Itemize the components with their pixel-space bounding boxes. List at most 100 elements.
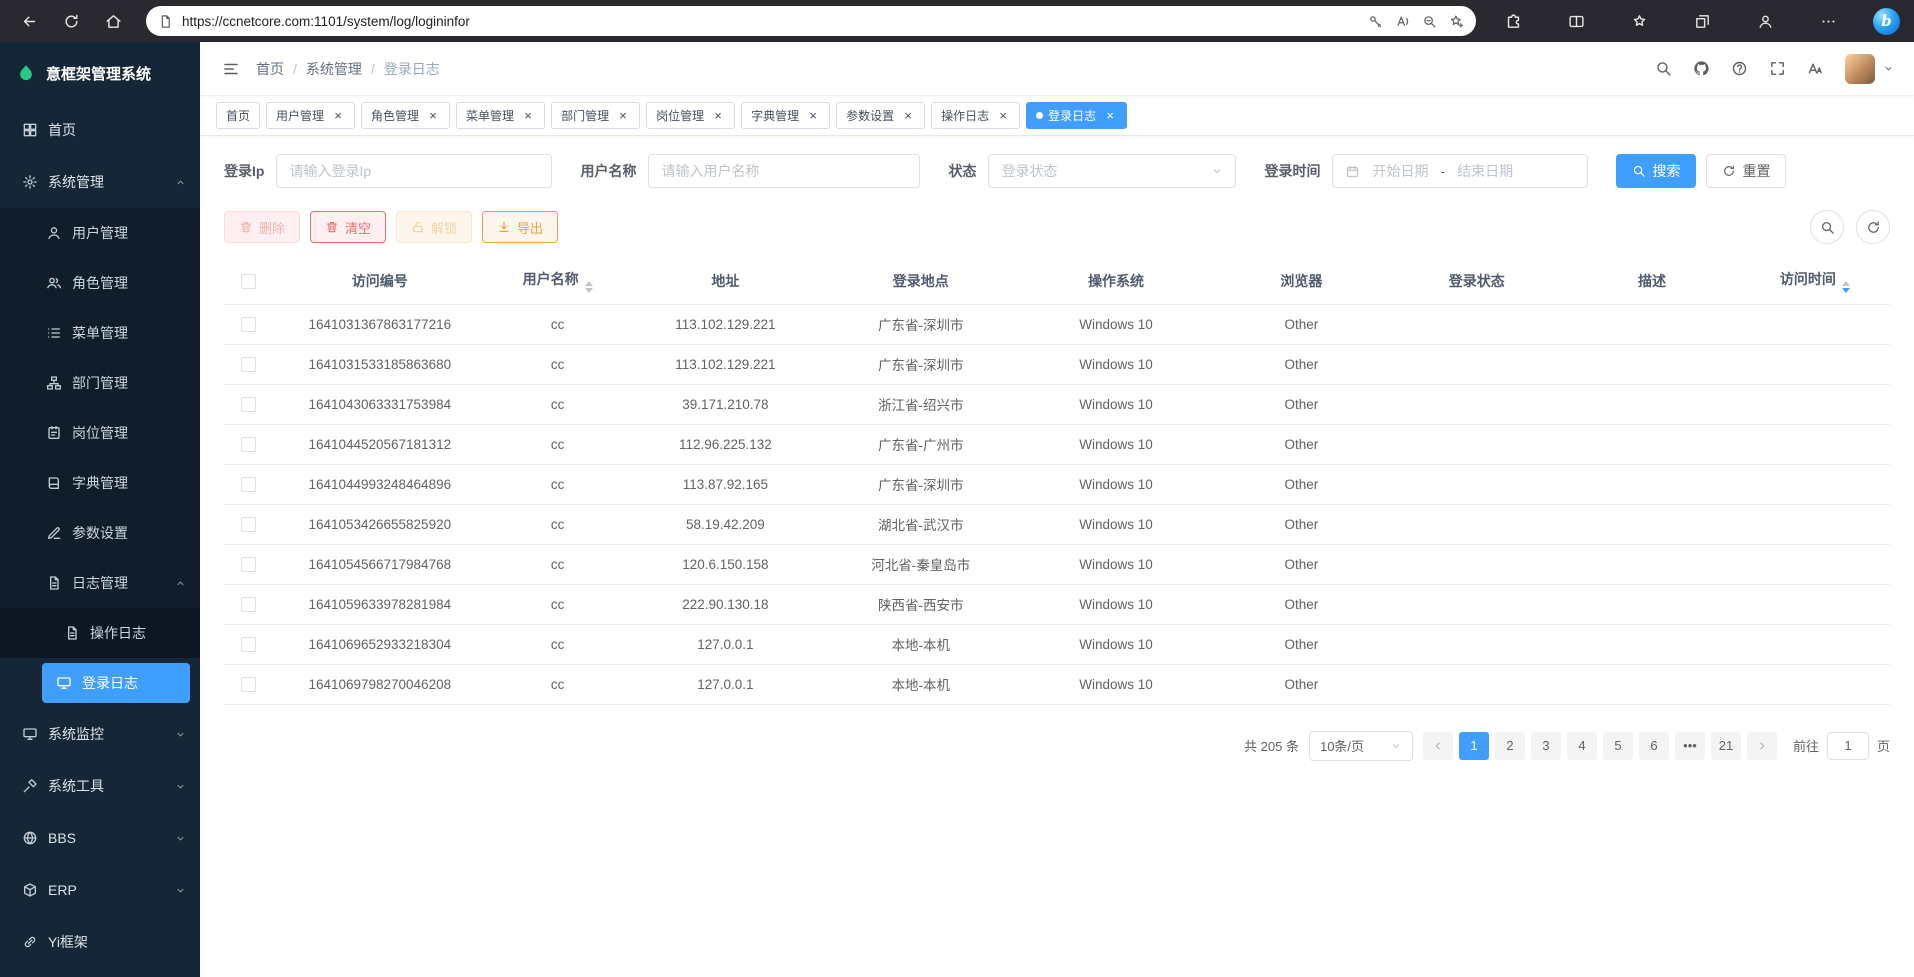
page-button-3[interactable]: 3	[1531, 732, 1561, 760]
sidebar-item-dept-management[interactable]: 部门管理	[0, 358, 200, 408]
row-checkbox[interactable]	[241, 357, 256, 372]
refresh-button[interactable]	[52, 4, 90, 38]
page-button-5[interactable]: 5	[1603, 732, 1633, 760]
star-plus-button[interactable]	[1449, 14, 1464, 29]
sidebar-item-system-tools[interactable]: 系统工具	[0, 760, 200, 812]
close-icon[interactable]: ×	[996, 109, 1010, 123]
question-button[interactable]	[1723, 53, 1755, 85]
close-icon[interactable]: ×	[331, 109, 345, 123]
delete-button[interactable]: 删除	[224, 211, 300, 243]
profile-button[interactable]	[1747, 4, 1785, 38]
select-all-checkbox[interactable]	[241, 274, 256, 289]
column-header-visit-time[interactable]: 访问时间	[1740, 258, 1890, 304]
next-page-button[interactable]	[1747, 732, 1777, 760]
toggle-search-button[interactable]	[1810, 210, 1844, 244]
user-name-input[interactable]	[648, 154, 920, 188]
page-button-6[interactable]: 6	[1639, 732, 1669, 760]
tab-role-management[interactable]: 角色管理×	[361, 102, 450, 129]
sidebar-item-dict-management[interactable]: 字典管理	[0, 458, 200, 508]
unlock-button[interactable]: 解锁	[396, 211, 472, 243]
font-size-button[interactable]	[1799, 53, 1831, 85]
collections-button[interactable]	[1683, 4, 1721, 38]
date-range-picker[interactable]: 开始日期 - 结束日期	[1332, 154, 1588, 188]
export-button[interactable]: 导出	[482, 211, 558, 243]
sidebar-item-bbs[interactable]: BBS	[0, 812, 200, 864]
login-ip-input[interactable]	[276, 154, 552, 188]
sidebar-item-login-log[interactable]: 登录日志	[42, 663, 190, 703]
refresh-table-button[interactable]	[1856, 210, 1890, 244]
close-icon[interactable]: ×	[521, 109, 535, 123]
sidebar-toggle-button[interactable]	[212, 50, 250, 88]
sidebar-item-user-management[interactable]: 用户管理	[0, 208, 200, 258]
page-button-21[interactable]: 21	[1711, 732, 1741, 760]
sidebar-item-yi-framework[interactable]: Yi框架	[0, 916, 200, 968]
read-aloud-button[interactable]	[1395, 14, 1410, 29]
tab-operation-log[interactable]: 操作日志×	[931, 102, 1020, 129]
row-checkbox[interactable]	[241, 437, 256, 452]
tab-dict-management[interactable]: 字典管理×	[741, 102, 830, 129]
sidebar-item-menu-management[interactable]: 菜单管理	[0, 308, 200, 358]
row-checkbox[interactable]	[241, 397, 256, 412]
row-checkbox[interactable]	[241, 557, 256, 572]
page-button-2[interactable]: 2	[1495, 732, 1525, 760]
sidebar-item-home[interactable]: 首页	[0, 104, 200, 156]
page-ellipsis[interactable]: •••	[1675, 732, 1705, 760]
close-icon[interactable]: ×	[426, 109, 440, 123]
back-button[interactable]	[10, 4, 48, 38]
favorites-button[interactable]	[1620, 4, 1658, 38]
sidebar-item-erp[interactable]: ERP	[0, 864, 200, 916]
close-icon[interactable]: ×	[1103, 109, 1117, 123]
row-checkbox[interactable]	[241, 677, 256, 692]
tab-post-management[interactable]: 岗位管理×	[646, 102, 735, 129]
sidebar-item-log-management[interactable]: 日志管理	[0, 558, 200, 608]
page-size-select[interactable]: 10条/页	[1309, 731, 1413, 761]
url-text[interactable]: https://ccnetcore.com:1101/system/log/lo…	[182, 14, 1359, 29]
tab-login-log[interactable]: 登录日志×	[1026, 102, 1127, 129]
breadcrumb-item-home[interactable]: 首页	[256, 59, 284, 79]
tab-user-management[interactable]: 用户管理×	[266, 102, 355, 129]
sort-carets[interactable]	[1842, 281, 1850, 293]
github-button[interactable]	[1685, 53, 1717, 85]
tab-home[interactable]: 首页	[216, 102, 260, 129]
close-icon[interactable]: ×	[901, 109, 915, 123]
sidebar-item-system-monitor[interactable]: 系统监控	[0, 708, 200, 760]
sidebar-item-role-management[interactable]: 角色管理	[0, 258, 200, 308]
close-icon[interactable]: ×	[711, 109, 725, 123]
bing-button[interactable]: b	[1873, 8, 1900, 35]
more-button[interactable]	[1810, 4, 1848, 38]
user-avatar[interactable]	[1845, 54, 1875, 84]
key-button[interactable]	[1368, 14, 1383, 29]
sidebar-item-post-management[interactable]: 岗位管理	[0, 408, 200, 458]
sidebar-item-system-management[interactable]: 系统管理	[0, 156, 200, 208]
tab-dept-management[interactable]: 部门管理×	[551, 102, 640, 129]
prev-page-button[interactable]	[1423, 732, 1453, 760]
row-checkbox[interactable]	[241, 637, 256, 652]
column-header-select[interactable]	[224, 258, 272, 304]
row-checkbox[interactable]	[241, 517, 256, 532]
sort-carets[interactable]	[585, 281, 593, 293]
fullscreen-button[interactable]	[1761, 53, 1793, 85]
column-header-user-name[interactable]: 用户名称	[487, 258, 627, 304]
close-icon[interactable]: ×	[806, 109, 820, 123]
status-select[interactable]: 登录状态	[988, 154, 1236, 188]
tab-param-settings[interactable]: 参数设置×	[836, 102, 925, 129]
avatar-dropdown-icon[interactable]	[1883, 63, 1894, 74]
close-icon[interactable]: ×	[616, 109, 630, 123]
search-button[interactable]	[1647, 53, 1679, 85]
tab-menu-management[interactable]: 菜单管理×	[456, 102, 545, 129]
goto-page-input[interactable]	[1827, 732, 1869, 760]
sidebar-item-operation-log[interactable]: 操作日志	[0, 608, 200, 658]
home-button[interactable]	[94, 4, 132, 38]
page-button-4[interactable]: 4	[1567, 732, 1597, 760]
extensions-button[interactable]	[1494, 4, 1532, 38]
row-checkbox[interactable]	[241, 477, 256, 492]
address-bar[interactable]: https://ccnetcore.com:1101/system/log/lo…	[146, 6, 1476, 36]
clear-button[interactable]: 清空	[310, 211, 386, 243]
breadcrumb-item-system[interactable]: 系统管理	[306, 59, 362, 79]
split-screen-button[interactable]	[1557, 4, 1595, 38]
zoom-out-button[interactable]	[1422, 14, 1437, 29]
reset-button[interactable]: 重置	[1706, 154, 1786, 188]
row-checkbox[interactable]	[241, 317, 256, 332]
page-button-1[interactable]: 1	[1459, 732, 1489, 760]
sidebar-item-param-settings[interactable]: 参数设置	[0, 508, 200, 558]
